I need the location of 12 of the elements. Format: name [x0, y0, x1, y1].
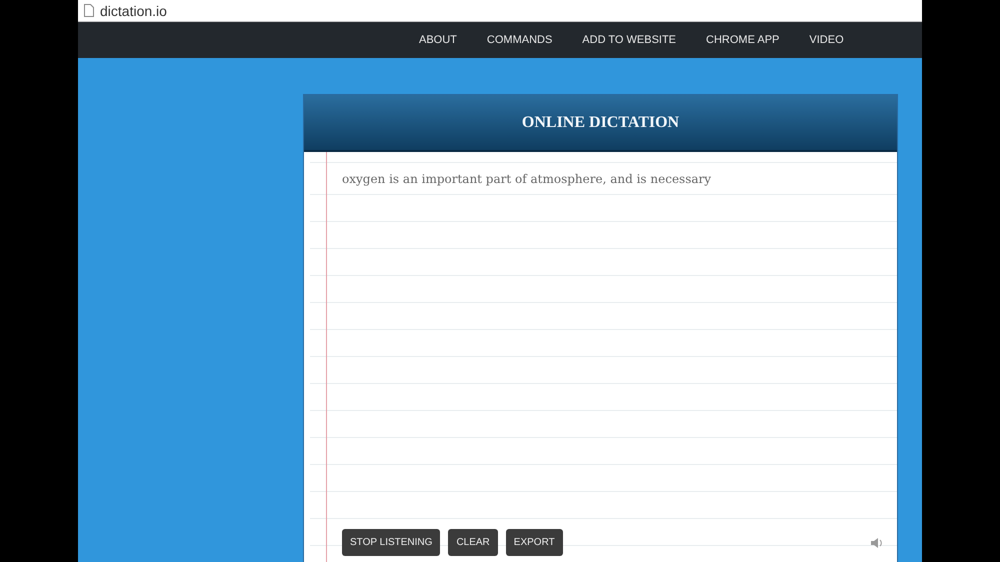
page-icon: [84, 4, 94, 17]
nav-link[interactable]: COMMANDS: [472, 34, 568, 46]
nav-link[interactable]: ABOUT: [404, 34, 472, 46]
nav-link[interactable]: VIDEO: [794, 34, 859, 46]
nav-link[interactable]: ADD TO WEBSITE: [567, 34, 692, 46]
dictated-text: oxygen is an important part of atmosphere, and is necessary: [342, 172, 712, 188]
action-button[interactable]: EXPORT: [506, 529, 563, 556]
card-title: ONLINE DICTATION: [522, 114, 680, 132]
address-text[interactable]: dictation.io: [100, 2, 167, 18]
action-button[interactable]: CLEAR: [448, 529, 498, 556]
action-button[interactable]: STOP LISTENING: [342, 529, 440, 556]
nav-link[interactable]: CHROME APP: [691, 34, 794, 46]
